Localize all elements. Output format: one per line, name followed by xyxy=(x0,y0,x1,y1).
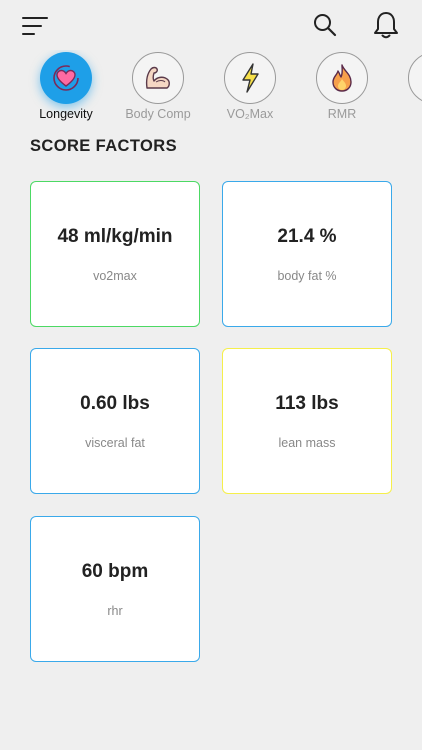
lightning-bolt-icon xyxy=(224,52,276,104)
top-bar xyxy=(0,0,422,52)
factor-value: 113 lbs xyxy=(275,393,339,414)
bell-icon[interactable] xyxy=(372,10,400,40)
tab-vo2max[interactable]: VO₂Max xyxy=(204,50,296,126)
factor-card-body-fat[interactable]: 21.4 % body fat % xyxy=(222,181,392,327)
category-tabs: Longevity Body Comp VO₂Max RMR xyxy=(0,50,422,128)
flame-icon xyxy=(316,52,368,104)
factor-card-vo2max[interactable]: 48 ml/kg/min vo2max xyxy=(30,181,200,327)
factor-label: lean mass xyxy=(278,436,336,450)
dots-icon xyxy=(408,52,422,104)
factor-card-rhr[interactable]: 60 bpm rhr xyxy=(30,516,200,662)
factor-label: visceral fat xyxy=(85,436,145,450)
factor-value: 48 ml/kg/min xyxy=(57,226,173,247)
search-icon[interactable] xyxy=(312,12,338,38)
factor-label: rhr xyxy=(107,604,123,618)
factor-value: 21.4 % xyxy=(277,226,337,247)
factor-label: body fat % xyxy=(277,269,337,283)
tab-label: RMR xyxy=(327,107,357,121)
hamburger-menu-icon[interactable] xyxy=(22,14,50,38)
tab-label: In xyxy=(388,107,422,121)
factor-card-lean-mass[interactable]: 113 lbs lean mass xyxy=(222,348,392,494)
flexed-arm-icon xyxy=(132,52,184,104)
tab-body-comp[interactable]: Body Comp xyxy=(112,50,204,126)
factor-card-visceral-fat[interactable]: 0.60 lbs visceral fat xyxy=(30,348,200,494)
tab-label: Longevity xyxy=(39,107,93,121)
tab-label: VO₂Max xyxy=(226,107,274,121)
heart-cycle-icon xyxy=(40,52,92,104)
factor-value: 60 bpm xyxy=(81,561,149,582)
tab-longevity[interactable]: Longevity xyxy=(20,50,112,126)
tab-label: Body Comp xyxy=(125,107,191,121)
section-title: SCORE FACTORS xyxy=(30,137,177,155)
factor-value: 0.60 lbs xyxy=(80,393,150,414)
tab-in[interactable]: In xyxy=(388,50,422,126)
tab-rmr[interactable]: RMR xyxy=(296,50,388,126)
factor-label: vo2max xyxy=(93,269,137,283)
